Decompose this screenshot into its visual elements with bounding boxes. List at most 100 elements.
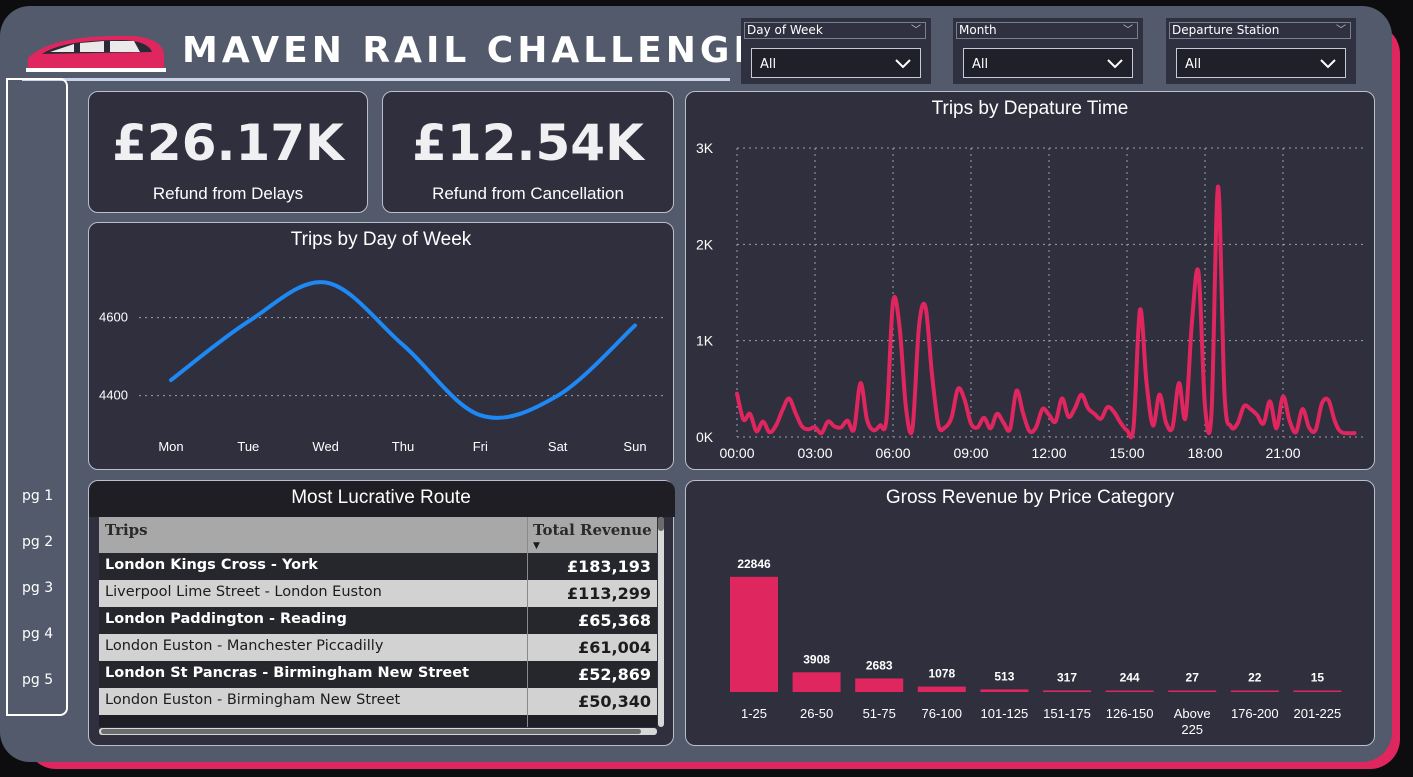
bar[interactable] [730, 576, 778, 692]
chart-gross-revenue: Gross Revenue by Price Category 22846 1-2… [685, 480, 1375, 746]
table-most-lucrative-route: Most Lucrative Route Trips Total Revenue… [88, 480, 675, 746]
x-tick-label: 15:00 [1109, 445, 1144, 461]
filter-month: Month ﹀ All [953, 18, 1143, 84]
departure-time-line-chart: 0K 1K 2K 3K 00:00 03:00 06:00 09:00 12:00 15:00 18… [696, 140, 1366, 461]
kpi-value: £26.17K [112, 114, 344, 172]
nav-page-4[interactable]: pg 4 [22, 626, 53, 642]
x-tick-label: Wed [312, 439, 339, 454]
x-tick-label: 101-125 [981, 706, 1029, 721]
route-cell: London Kings Cross - York [105, 557, 318, 573]
x-tick-label: 151-175 [1043, 706, 1091, 721]
filter-label: Day of Week [747, 23, 823, 37]
y-tick-label: 0K [696, 429, 714, 445]
table-row[interactable]: Liverpool Lime Street - London Euston £11… [99, 580, 657, 607]
x-tick-label: 06:00 [875, 445, 910, 461]
kpi-refund-delays: £26.17K Refund from Delays [88, 91, 368, 213]
dropdown-value: All [1185, 57, 1202, 72]
x-tick-label: 26-50 [800, 706, 833, 721]
data-label: 244 [1120, 671, 1140, 685]
train-logo-icon [26, 35, 166, 72]
x-tick-label: Tue [237, 439, 259, 454]
table-header: Trips Total Revenue ▼ [99, 517, 657, 553]
data-label: 513 [994, 669, 1014, 683]
day-of-week-dropdown[interactable]: All [751, 48, 921, 78]
filter-label: Month [959, 23, 997, 37]
revenue-cell: £61,004 [578, 638, 651, 657]
departure-station-dropdown[interactable]: All [1176, 48, 1346, 78]
y-tick-label: 2K [696, 236, 714, 252]
x-tick-label: 176-200 [1231, 706, 1279, 721]
column-header-total-revenue[interactable]: Total Revenue [533, 521, 652, 539]
scrollbar-thumb[interactable] [101, 729, 641, 734]
table-row[interactable]: London Euston - Birmingham New Street £50… [99, 688, 657, 715]
kpi-label: Refund from Cancellation [432, 184, 624, 203]
dashboard-title: MAVEN RAIL CHALLENGE [182, 30, 762, 71]
price-category-bar-chart: 22846 1-25 3908 26-50 2683 51-75 1078 76-100 513… [730, 557, 1342, 737]
table-row[interactable]: London Kings Cross - York £183,193 [99, 553, 657, 580]
x-tick-label: 51-75 [863, 706, 896, 721]
bar[interactable] [855, 678, 904, 692]
bar[interactable] [1043, 690, 1091, 692]
table-row[interactable]: London Paddington - Reading £65,368 [99, 607, 657, 634]
x-tick-label: 18:00 [1187, 445, 1222, 461]
revenue-cell: £52,869 [578, 665, 651, 684]
x-tick-label: 201-225 [1294, 706, 1342, 721]
nav-page-1[interactable]: pg 1 [22, 488, 53, 504]
chevron-down-icon: ﹀ [911, 25, 921, 36]
route-cell: London Euston - Manchester Piccadilly [105, 638, 384, 654]
bar[interactable] [980, 689, 1029, 692]
chevron-down-icon: ﹀ [1123, 25, 1133, 36]
x-tick-label: 09:00 [953, 445, 988, 461]
column-divider [527, 517, 528, 727]
revenue-cell: £183,193 [566, 557, 651, 576]
route-cell: London St Pancras - Birmingham New Stree… [105, 665, 470, 681]
chart-trips-by-time: Trips by Depature Time 0K 1K 2K 3K 00:00 03:0… [685, 91, 1375, 470]
x-tick-label: 1-25 [741, 706, 767, 721]
month-dropdown[interactable]: All [963, 48, 1133, 78]
bar[interactable] [1230, 690, 1279, 693]
x-tick-label: Fri [473, 439, 488, 454]
dropdown-value: All [972, 57, 989, 72]
vertical-scrollbar[interactable] [658, 517, 664, 727]
nav-page-3[interactable]: pg 3 [22, 580, 53, 596]
data-label: 22 [1248, 671, 1262, 685]
bar[interactable] [1168, 690, 1217, 693]
horizontal-scrollbar[interactable] [99, 728, 657, 735]
sort-desc-icon: ▼ [533, 541, 540, 551]
chevron-down-icon [1107, 59, 1123, 69]
kpi-refund-cancellation: £12.54K Refund from Cancellation [382, 91, 674, 213]
data-label: 3908 [803, 652, 830, 666]
table-row[interactable]: London St Pancras - Birmingham New Stree… [99, 661, 657, 688]
series-line [735, 184, 1357, 440]
y-tick-label: 4600 [99, 310, 128, 325]
route-cell: London Euston - Birmingham New Street [105, 692, 401, 708]
y-tick-label: 1K [696, 333, 714, 349]
x-tick-label: 21:00 [1265, 445, 1300, 461]
x-tick-label: 00:00 [719, 445, 754, 461]
x-tick-label: Sun [623, 439, 646, 454]
data-label: 15 [1311, 671, 1325, 685]
nav-page-5[interactable]: pg 5 [22, 672, 53, 688]
page-navigator: pg 1 pg 2 pg 3 pg 4 pg 5 [6, 78, 68, 716]
data-label: 27 [1186, 671, 1200, 685]
x-tick-label: 76-100 [922, 706, 962, 721]
x-tick-label: Sat [548, 439, 568, 454]
bar[interactable] [792, 672, 841, 692]
x-tick-label: 126-150 [1106, 706, 1154, 721]
data-label: 1078 [928, 667, 955, 681]
day-of-week-line-chart: 4400 4600 Mon Tue Wed Thu Fri Sat Sun [99, 280, 663, 454]
bar[interactable] [917, 686, 966, 692]
y-tick-label: 4400 [99, 388, 128, 403]
chevron-down-icon [895, 59, 911, 69]
bar[interactable] [1105, 690, 1154, 693]
table-row[interactable]: London Euston - Manchester Piccadilly £61… [99, 634, 657, 661]
chevron-down-icon: ﹀ [1336, 25, 1346, 36]
scrollbar-thumb[interactable] [658, 517, 664, 531]
kpi-label: Refund from Delays [152, 184, 304, 203]
data-label: 2683 [866, 658, 893, 672]
nav-page-2[interactable]: pg 2 [22, 534, 53, 550]
bar[interactable] [1293, 690, 1342, 693]
data-label: 317 [1057, 670, 1077, 684]
column-header-trips[interactable]: Trips [105, 521, 148, 539]
x-tick-label: 12:00 [1031, 445, 1066, 461]
